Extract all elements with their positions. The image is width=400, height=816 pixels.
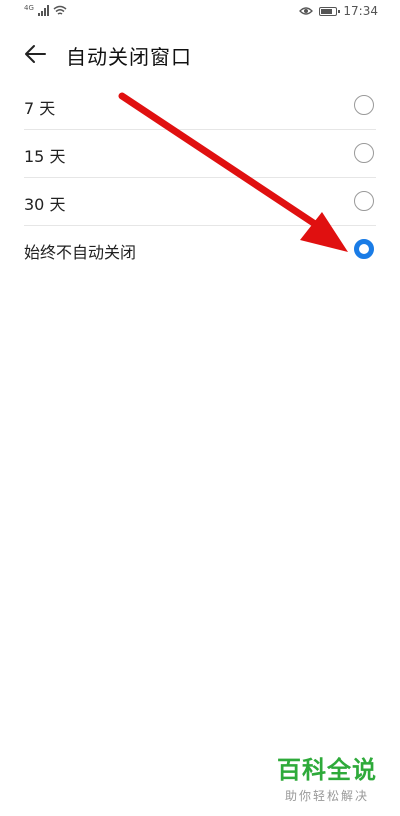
signal-icon [37,5,49,16]
option-row[interactable]: 15 天 [24,130,376,178]
option-label: 始终不自动关闭 [24,243,137,262]
network-type: 4G [24,4,34,12]
radio-button[interactable] [354,95,374,115]
back-button[interactable] [22,40,50,68]
watermark-slogan: 助你轻松解决 [284,789,369,803]
option-label: 30 天 [24,195,66,214]
status-bar: 4G 17:34 [0,0,400,26]
eye-icon [299,7,314,15]
radio-button-selected[interactable] [354,239,374,259]
header: 自动关闭窗口 [0,30,400,78]
status-right: 17:34 [299,4,378,18]
battery-fill [321,8,333,14]
option-row[interactable]: 30 天 [24,178,376,226]
option-row[interactable]: 始终不自动关闭 [24,226,376,274]
radio-button[interactable] [354,143,374,163]
option-row[interactable]: 7 天 [24,82,376,130]
page-title: 自动关闭窗口 [66,45,192,69]
watermark-brand: 百科全说 [277,756,377,784]
screen: 4G 17:34 自动关闭窗口 7 天 15 天 30 天 始终不自动关闭 百科… [0,0,400,816]
option-label: 7 天 [24,99,56,118]
radio-button[interactable] [354,191,374,211]
status-time: 17:34 [343,4,378,18]
wifi-icon [53,5,67,15]
status-left: 4G [24,5,67,16]
watermark: 百科全说 助你轻松解决 [272,750,382,804]
battery-icon [319,6,341,16]
back-arrow-icon [25,45,46,63]
option-label: 15 天 [24,147,66,166]
option-list: 7 天 15 天 30 天 始终不自动关闭 [0,82,400,274]
